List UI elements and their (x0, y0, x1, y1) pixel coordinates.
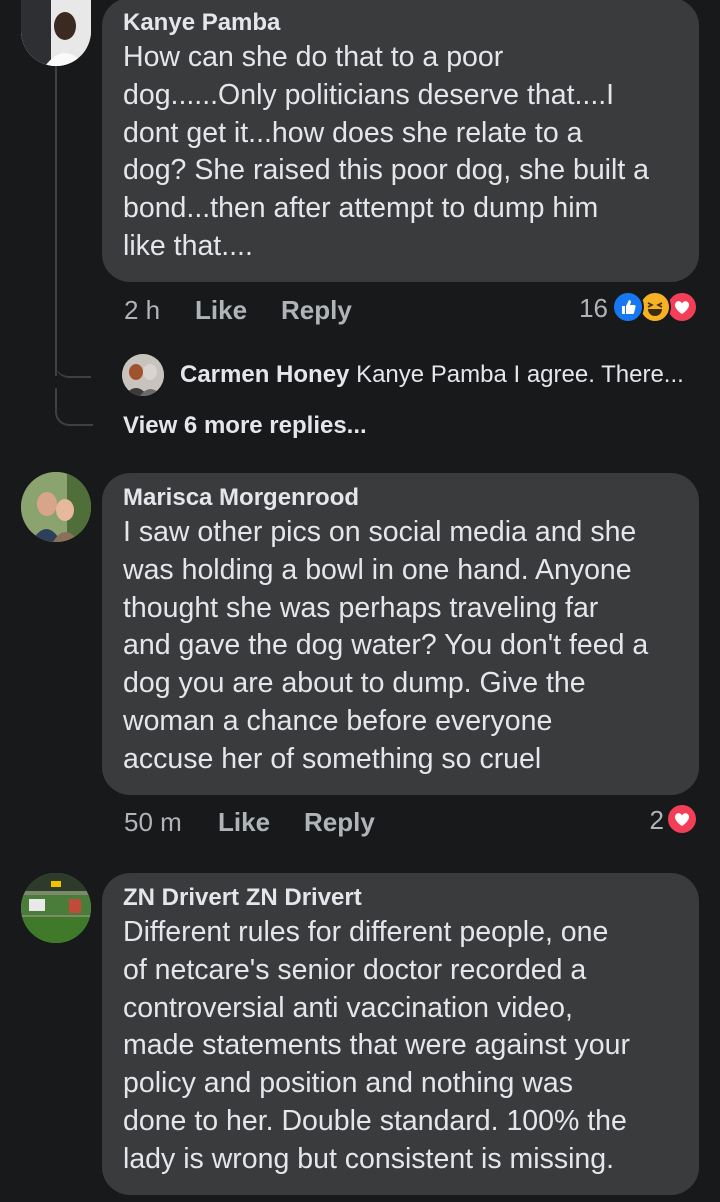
comment-line: dog......Only politicians deserve that..… (123, 78, 615, 111)
like-button[interactable]: Like (218, 807, 270, 837)
view-more-replies-link[interactable]: View 6 more replies... (123, 412, 367, 440)
comment-line: done to her. Double standard. 100% the (123, 1104, 627, 1137)
comment-bubble[interactable]: Marisca Morgenrood I saw other pics on s… (102, 473, 699, 795)
reply-author[interactable]: Carmen Honey (180, 361, 349, 388)
like-icon (612, 291, 644, 323)
comment-line: woman a chance before everyone (123, 704, 553, 737)
reply-button[interactable]: Reply (281, 295, 352, 325)
reply-button[interactable]: Reply (304, 807, 375, 837)
reply-avatar[interactable] (122, 354, 164, 396)
comment-line: and gave the dog water? You don't feed a (123, 629, 649, 662)
reaction-count[interactable]: 16 (560, 293, 608, 323)
avatar[interactable] (21, 0, 91, 66)
comment-time[interactable]: 2 h (124, 295, 160, 325)
avatar[interactable] (21, 873, 91, 943)
comment-line: was holding a bowl in one hand. Anyone (123, 553, 632, 586)
comment-text: Different rules for different people, on… (123, 914, 677, 1179)
comment-line: I saw other pics on social media and she (123, 516, 637, 548)
reactions-summary[interactable] (666, 803, 700, 835)
reactions-summary[interactable] (612, 291, 702, 323)
comment-text: How can she do that to a poor dog......O… (123, 39, 677, 266)
comment-line: made statements that were against your (123, 1029, 630, 1062)
comment-line: lady is wrong but consistent is missing. (123, 1142, 615, 1175)
comment-line: controversial anti vaccination video, (123, 991, 573, 1024)
love-icon (666, 803, 698, 835)
comment-line: policy and position and nothing was (123, 1067, 573, 1100)
reply-preview[interactable]: Carmen Honey Kanye Pamba I agree. There.… (180, 361, 684, 389)
like-button[interactable]: Like (195, 295, 247, 325)
comment-line: bond...then after attempt to dump him (123, 192, 599, 225)
comment-author[interactable]: Kanye Pamba (123, 8, 677, 38)
comment-bubble[interactable]: Kanye Pamba How can she do that to a poo… (102, 0, 699, 282)
comment-line: Different rules for different people, on… (123, 916, 609, 948)
comment-line: accuse her of something so cruel (123, 742, 542, 775)
comment-time[interactable]: 50 m (124, 807, 182, 837)
comment-line: dont get it...how does she relate to a (123, 116, 583, 149)
comment-line: thought she was perhaps traveling far (123, 591, 599, 624)
comment-line: of netcare's senior doctor recorded a (123, 953, 587, 986)
avatar[interactable] (21, 472, 91, 542)
comment-line: How can she do that to a poor (123, 41, 504, 73)
comment-line: dog you are about to dump. Give the (123, 667, 586, 700)
reply-connector (55, 388, 93, 426)
comment-line: like that.... (123, 229, 253, 262)
comment-line: dog? She raised this poor dog, she built… (123, 154, 650, 187)
reaction-count[interactable]: 2 (620, 805, 664, 835)
thread-line (55, 66, 57, 376)
comment-author[interactable]: ZN Drivert ZN Drivert (123, 883, 677, 913)
reply-text: Kanye Pamba I agree. There... (356, 361, 684, 388)
comment-author[interactable]: Marisca Morgenrood (123, 483, 677, 513)
reply-connector (55, 340, 91, 378)
comment-bubble[interactable]: ZN Drivert ZN Drivert Different rules fo… (102, 873, 699, 1195)
comment-text: I saw other pics on social media and she… (123, 514, 677, 779)
